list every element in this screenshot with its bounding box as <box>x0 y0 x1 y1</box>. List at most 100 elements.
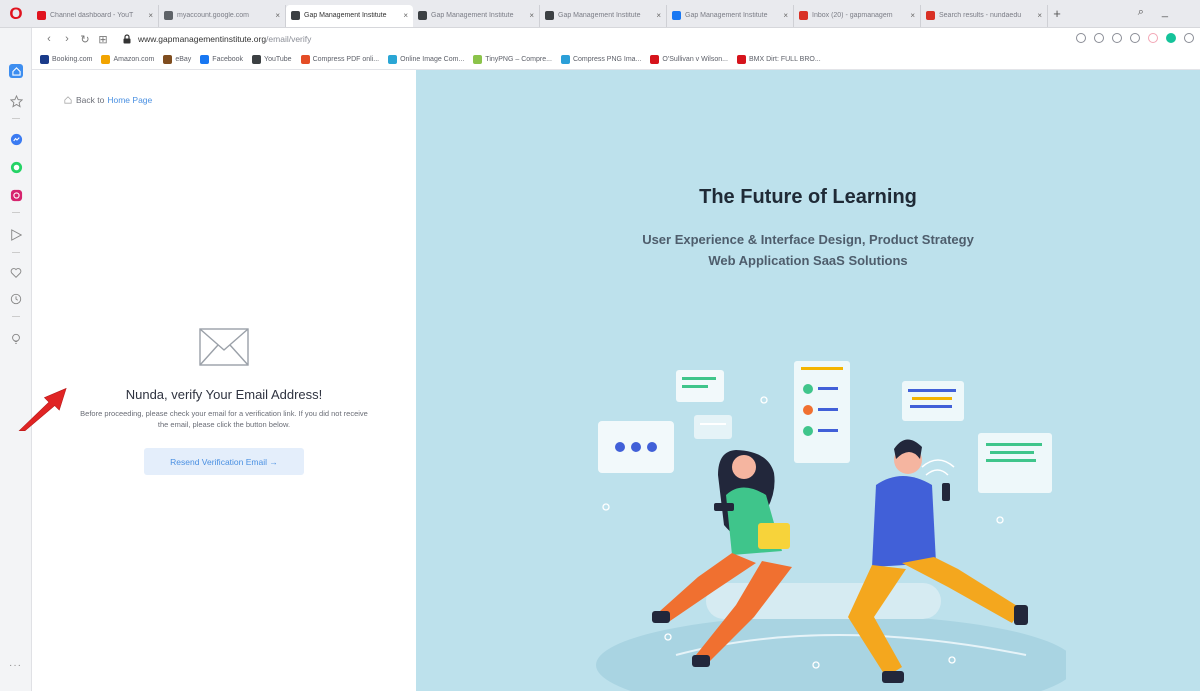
bookmark-favicon <box>473 55 483 64</box>
opera-menu-button[interactable]: O <box>0 0 32 28</box>
address-bar: ‹ › ↻ ⊞ www.gapmanagementinstitute.org/e… <box>32 28 1200 50</box>
flow-icon[interactable] <box>1112 33 1122 43</box>
tab-label: Channel dashboard - YouT <box>50 12 134 19</box>
browser-tab[interactable]: Gap Management Institute × <box>413 4 540 27</box>
grammarly-icon[interactable] <box>1166 33 1176 43</box>
speed-dial-icon[interactable]: ⊞ <box>94 33 112 46</box>
hero-subtitle: User Experience & Interface Design, Prod… <box>416 229 1200 271</box>
sidebar-divider <box>12 316 20 317</box>
bookmark-favicon <box>300 55 310 64</box>
history-clock-icon[interactable] <box>9 292 23 306</box>
tab-favicon <box>164 11 173 20</box>
bookmark-item[interactable]: YouTube <box>252 55 292 64</box>
snapshot-icon[interactable] <box>1076 33 1086 43</box>
lock-icon[interactable] <box>122 34 132 44</box>
bookmark-favicon <box>560 55 570 64</box>
bookmark-item[interactable]: Facebook <box>200 55 243 64</box>
tab-close-icon[interactable]: × <box>148 11 153 20</box>
bookmark-item[interactable]: Online Image Com... <box>388 55 464 64</box>
bookmark-item[interactable]: TinyPNG – Compre... <box>473 55 552 64</box>
tab-close-icon[interactable]: × <box>1037 11 1042 20</box>
window-controls[interactable]: ⌕_ <box>1138 6 1186 19</box>
tab-favicon <box>418 11 427 20</box>
search-tabs-icon[interactable]: ⌕ <box>1138 6 1162 18</box>
sidebar-divider <box>12 252 20 253</box>
vpn-icon[interactable] <box>1094 33 1104 43</box>
tab-label: Gap Management Institute <box>431 12 514 19</box>
tab-label: Gap Management Institute <box>304 12 387 19</box>
bookmark-label: Facebook <box>212 56 244 63</box>
tab-strip: Channel dashboard - YouT × myaccount.googl… <box>32 1 1048 27</box>
extension-icon[interactable] <box>1148 33 1158 43</box>
hero-subtitle-line1: User Experience & Interface Design, Prod… <box>642 232 974 247</box>
browser-tab[interactable]: Inbox (20) - gapmanagem × <box>794 4 921 27</box>
bookmark-label: Amazon.com <box>113 56 155 63</box>
learning-illustration <box>596 361 1066 691</box>
tab-label: Gap Management Institute <box>558 12 641 19</box>
browser-tab[interactable]: Gap Management Institute × <box>540 4 667 27</box>
messenger-icon[interactable] <box>9 132 23 146</box>
bookmark-label: YouTube <box>264 56 292 63</box>
sidebar-divider <box>12 118 20 119</box>
bookmark-item[interactable]: Amazon.com <box>101 55 154 64</box>
hero-title: The Future of Learning <box>699 186 917 208</box>
tab-favicon <box>37 11 46 20</box>
lightbulb-icon[interactable] <box>9 332 23 346</box>
tab-label: myaccount.google.com <box>177 12 249 19</box>
bookmarks-bar: Booking.com Amazon.com eBay Facebook YouTube… <box>32 50 1200 70</box>
tab-label: Gap Management Institute <box>685 12 768 19</box>
bookmark-favicon <box>388 55 398 64</box>
tab-close-icon[interactable]: × <box>275 11 280 20</box>
bookmark-item[interactable]: Compress PDF onli... <box>300 55 380 64</box>
reload-button[interactable]: ↻ <box>76 33 94 46</box>
forward-nav-button[interactable]: › <box>58 33 76 45</box>
verify-message: Before proceeding, please check your ema… <box>80 409 368 429</box>
bookmark-label: BMX Dirt: FULL BRO... <box>748 56 821 63</box>
flow-send-icon[interactable] <box>9 228 23 242</box>
tab-close-icon[interactable]: × <box>783 11 788 20</box>
bookmark-item[interactable]: Booking.com <box>40 55 92 64</box>
bookmark-star-icon[interactable] <box>9 94 23 108</box>
tab-label: Search results - nundaedu <box>939 12 1022 19</box>
bookmark-item[interactable]: Compress PNG Ima... <box>560 55 641 64</box>
home-icon[interactable] <box>9 64 23 78</box>
tab-label: Inbox (20) - gapmanagem <box>812 12 893 19</box>
browser-tab[interactable]: Channel dashboard - YouT × <box>32 4 159 27</box>
heart-icon[interactable] <box>1130 33 1140 43</box>
settings-icon[interactable] <box>1184 33 1194 43</box>
browser-tab[interactable]: myaccount.google.com × <box>159 4 286 27</box>
tab-close-icon[interactable]: × <box>403 11 408 20</box>
bookmark-item[interactable]: O'Sullivan v Wilson... <box>650 55 728 64</box>
tab-close-icon[interactable]: × <box>656 11 661 20</box>
tab-favicon <box>799 11 808 20</box>
browser-tab[interactable]: Gap Management Institute × <box>667 4 794 27</box>
bookmark-favicon <box>163 55 173 64</box>
tab-close-icon[interactable]: × <box>529 11 534 20</box>
resend-verification-button[interactable]: Resend Verification Email → <box>144 448 304 475</box>
bookmark-label: Booking.com <box>52 56 93 63</box>
bookmark-item[interactable]: BMX Dirt: FULL BRO... <box>736 55 821 64</box>
browser-tab[interactable]: Search results - nundaedu × <box>921 4 1048 27</box>
bookmark-label: Compress PDF onli... <box>312 56 380 63</box>
bookmark-label: TinyPNG – Compre... <box>485 56 552 63</box>
url-input[interactable]: www.gapmanagementinstitute.org/email/ver… <box>138 34 311 44</box>
hero-panel: The Future of Learning User Experience &… <box>416 70 1200 691</box>
tab-close-icon[interactable]: × <box>910 11 915 20</box>
whatsapp-icon[interactable] <box>9 160 23 174</box>
tab-favicon <box>545 11 554 20</box>
browser-tab[interactable]: Gap Management Institute × <box>286 4 413 27</box>
minimize-icon[interactable]: _ <box>1162 6 1186 18</box>
bookmark-item[interactable]: eBay <box>163 55 191 64</box>
bookmark-favicon <box>252 55 262 64</box>
heart-icon[interactable] <box>9 266 23 280</box>
annotation-arrow <box>18 387 67 431</box>
new-tab-button[interactable]: + <box>1048 6 1066 21</box>
tab-favicon <box>291 11 300 20</box>
browser-sidebar: ··· <box>0 28 32 691</box>
verify-panel: Back to Home Page Nunda, verify Your Ema… <box>32 70 416 691</box>
instagram-icon[interactable] <box>9 188 23 202</box>
sidebar-more-icon[interactable]: ··· <box>9 660 22 671</box>
home-page-link[interactable]: Home Page <box>107 95 152 105</box>
back-to-home-link[interactable]: Back to Home Page <box>64 95 152 105</box>
back-nav-button[interactable]: ‹ <box>40 33 58 45</box>
